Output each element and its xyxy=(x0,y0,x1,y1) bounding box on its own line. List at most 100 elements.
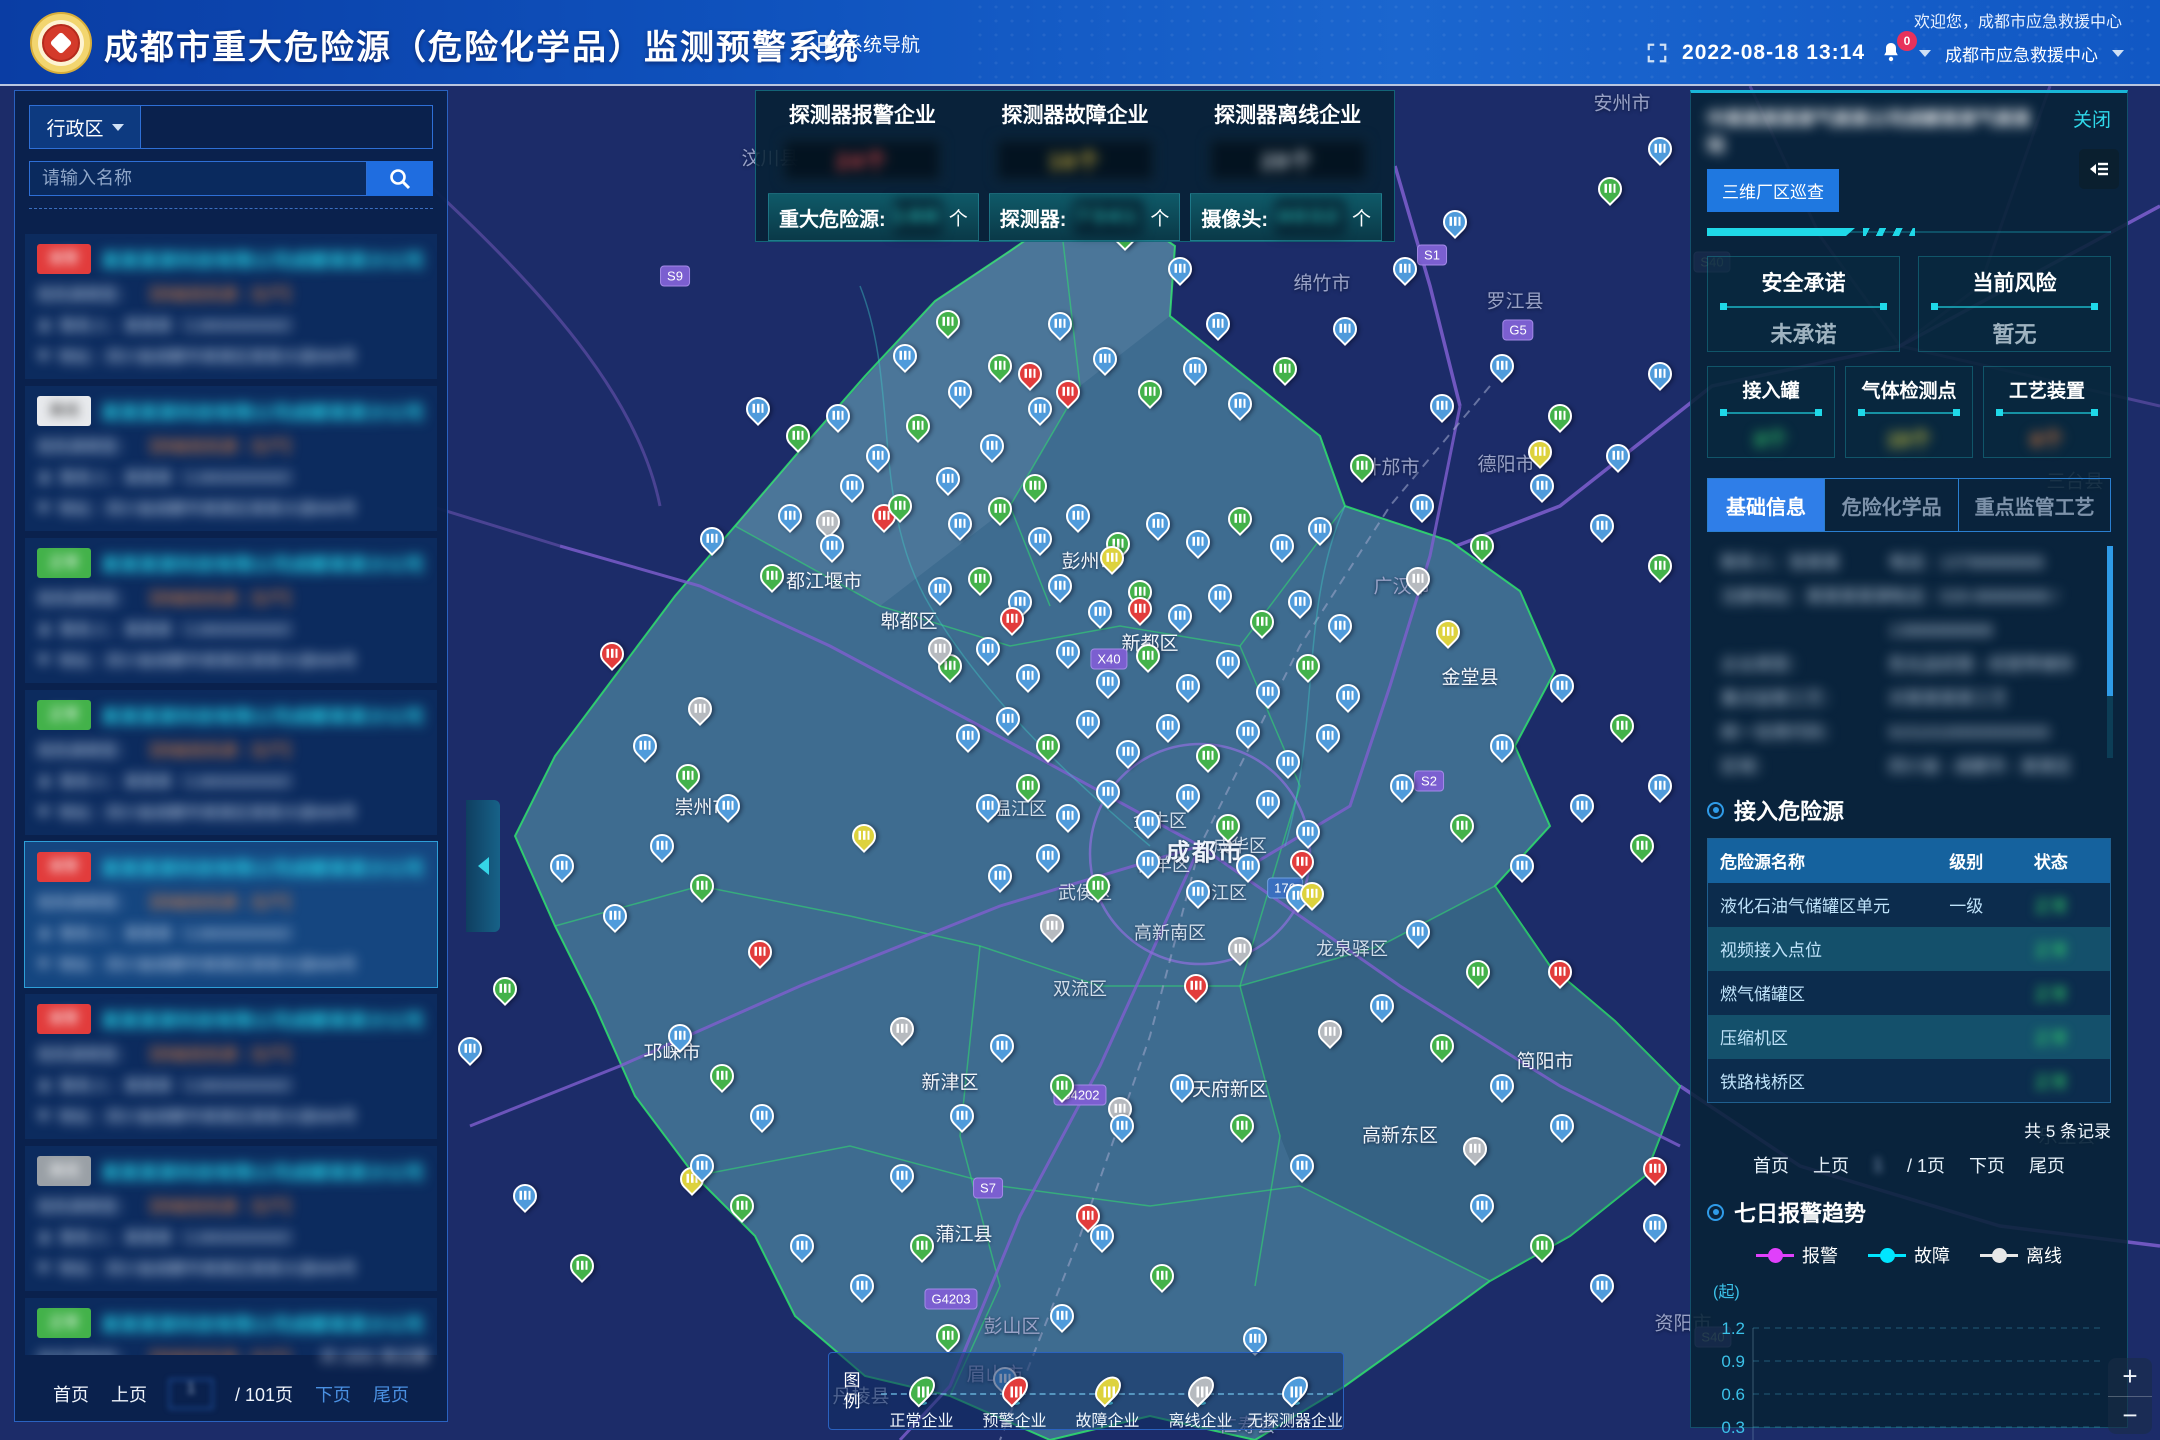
person-icon xyxy=(37,1077,52,1092)
chart-legend-item[interactable]: 报警 xyxy=(1756,1242,1838,1268)
building-icon xyxy=(1290,1386,1303,1397)
hazard-type-value: 【四级危险源 - 生产】 xyxy=(141,737,299,761)
counter-unit: 个 xyxy=(1352,204,1371,231)
company-list-item[interactable]: 报警某某某某科技有限公司成都某某分公司危险源类型：【四级危险源 - 生产】联系人… xyxy=(25,994,437,1139)
building-icon xyxy=(1035,404,1046,413)
plant-3d-patrol-button[interactable]: 三维厂区巡查 xyxy=(1707,169,1839,212)
scrollbar[interactable] xyxy=(2107,546,2113,758)
building-icon xyxy=(1193,537,1204,546)
legend-pin-icon xyxy=(1277,1371,1313,1407)
building-icon xyxy=(1143,817,1154,826)
address-text: 地址：四川省成都市某某区某某大道888号 xyxy=(58,495,357,519)
tab-basic-info[interactable]: 基础信息 xyxy=(1708,479,1824,531)
expand-panel-button[interactable] xyxy=(2079,149,2119,189)
status-badge-text: 正常 xyxy=(49,1314,79,1331)
building-icon xyxy=(1497,741,1508,750)
page-prev-link[interactable]: 上页 xyxy=(111,1381,147,1407)
zoom-out-button[interactable]: − xyxy=(2108,1397,2152,1435)
sidebar-collapse-tab[interactable] xyxy=(466,800,500,932)
hazard-name-cell: 视频接入点位 xyxy=(1708,927,1938,971)
tab-hazardous-chemicals[interactable]: 危险化学品 xyxy=(1824,479,1958,531)
notification-bell-button[interactable]: 0 xyxy=(1879,40,1905,66)
building-icon xyxy=(610,911,621,920)
table-row[interactable]: 视频接入点位 正常 xyxy=(1708,927,2111,971)
info-value: 危化品经营 - 经营带储存 xyxy=(1889,648,2111,682)
building-icon xyxy=(1213,319,1224,328)
equipment-stat-title: 接入罐 xyxy=(1708,376,1834,403)
stat-card-title: 探测器离线企业 xyxy=(1181,99,1394,129)
company-list-item[interactable]: 正常某某某某科技有限公司成都某某分公司危险源类型：【四级危险源 - 生产】联系人… xyxy=(25,690,437,835)
hazard-status-value: 正常 xyxy=(2034,897,2068,916)
page-prev-link[interactable]: 上页 xyxy=(1813,1152,1849,1178)
y-axis-unit: (起) xyxy=(1713,1278,2111,1302)
building-icon xyxy=(1063,647,1074,656)
building-icon xyxy=(657,841,668,850)
page-next-link[interactable]: 下页 xyxy=(1969,1152,2005,1178)
location-icon xyxy=(37,1260,50,1275)
legend-pin-icon xyxy=(903,1371,939,1407)
company-list-item[interactable]: 离线某某某某科技有限公司成都某某分公司危险源类型：【四级危险源 - 生产】联系人… xyxy=(25,1146,437,1291)
hazard-status-value: 正常 xyxy=(2034,941,2068,960)
chevron-down-icon[interactable] xyxy=(1919,50,1931,57)
region-filter-value[interactable] xyxy=(141,105,433,149)
search-icon xyxy=(388,167,412,191)
region-filter-label: 行政区 xyxy=(46,114,103,141)
page-first-link[interactable]: 首页 xyxy=(53,1381,89,1407)
page-last-link[interactable]: 尾页 xyxy=(373,1381,409,1407)
page-number-input[interactable]: 1 xyxy=(169,1379,213,1409)
status-badge: 报警 xyxy=(37,1004,91,1034)
building-icon xyxy=(900,351,911,360)
tab-key-supervision-process[interactable]: 重点监管工艺 xyxy=(1958,479,2110,531)
table-row[interactable]: 压缩机区正常 xyxy=(1708,1015,2111,1059)
building-icon xyxy=(695,704,706,713)
building-icon xyxy=(1473,967,1484,976)
building-icon xyxy=(1597,521,1608,530)
company-list-item[interactable]: 报警某某某某科技有限公司成都某某分公司危险源类型：【四级危险源 - 生产】联系人… xyxy=(25,842,437,987)
building-icon xyxy=(1097,1231,1108,1240)
user-org-menu[interactable]: 成都市应急救援中心 xyxy=(1945,41,2098,66)
hazard-status-value: 正常 xyxy=(2034,985,2068,1004)
building-icon xyxy=(859,831,870,840)
person-icon xyxy=(37,925,52,940)
search-button[interactable] xyxy=(367,161,433,196)
hazard-status-value: 正常 xyxy=(2034,1073,2068,1092)
page-first-link[interactable]: 首页 xyxy=(1753,1152,1789,1178)
zoom-in-button[interactable]: + xyxy=(2108,1358,2152,1397)
company-name: 某某某某科技有限公司成都某某分公司 xyxy=(101,1006,424,1033)
building-icon xyxy=(1307,889,1318,898)
building-icon xyxy=(1055,319,1066,328)
counter-value: 4032 xyxy=(1276,200,1344,234)
page-next-link[interactable]: 下页 xyxy=(315,1381,351,1407)
close-panel-button[interactable]: 关闭 xyxy=(2073,105,2111,132)
table-row[interactable]: 液化石油气储罐区单元一级正常 xyxy=(1708,883,2111,927)
info-label: 注册地址：某某某某某某某某 xyxy=(1707,580,1889,614)
building-icon xyxy=(975,574,986,583)
building-icon xyxy=(793,431,804,440)
company-list-item[interactable]: 离线某某某某科技有限公司成都某某分公司危险源类型：【四级危险源 - 生产】联系人… xyxy=(25,386,437,531)
hazard-type-value: 【四级危险源 - 生产】 xyxy=(141,1345,299,1355)
chart-legend-item[interactable]: 故障 xyxy=(1868,1242,1950,1268)
building-icon xyxy=(955,519,966,528)
address-text: 地址：四川省成都市某某区某某大道888号 xyxy=(58,1255,357,1279)
region-filter-dropdown[interactable]: 行政区 xyxy=(29,105,141,149)
building-icon xyxy=(1497,361,1508,370)
hazard-status-cell: 正常 xyxy=(2022,1059,2111,1103)
search-input[interactable] xyxy=(29,161,367,196)
building-icon xyxy=(1223,821,1234,830)
detail-tabs: 基础信息危险化学品重点监管工艺 xyxy=(1707,478,2111,532)
table-row[interactable]: 铁路栈桥区正常 xyxy=(1708,1059,2111,1103)
chevron-down-icon[interactable] xyxy=(2112,50,2124,57)
hazard-type-line: 危险源类型：【四级危险源 - 生产】 xyxy=(37,281,425,305)
section-radio-icon xyxy=(1707,802,1724,819)
system-nav-button[interactable]: 系统导航 xyxy=(818,30,920,57)
fullscreen-icon[interactable] xyxy=(1646,42,1668,64)
company-list-item[interactable]: 报警某某某某科技有限公司成都某某分公司危险源类型：【四级危险源 - 生产】联系人… xyxy=(25,234,437,379)
company-list-item[interactable]: 正常某某某某科技有限公司成都某某分公司危险源类型：【四级危险源 - 生产】联系人… xyxy=(25,538,437,683)
chart-legend-item[interactable]: 离线 xyxy=(1980,1242,2062,1268)
legend-item: 无探测器企业 xyxy=(1247,1353,1343,1429)
table-row[interactable]: 燃气储罐区正常 xyxy=(1708,971,2111,1015)
app-logo xyxy=(30,12,92,74)
info-label xyxy=(1707,614,1889,648)
building-icon xyxy=(1015,597,1026,606)
page-last-link[interactable]: 尾页 xyxy=(2029,1152,2065,1178)
